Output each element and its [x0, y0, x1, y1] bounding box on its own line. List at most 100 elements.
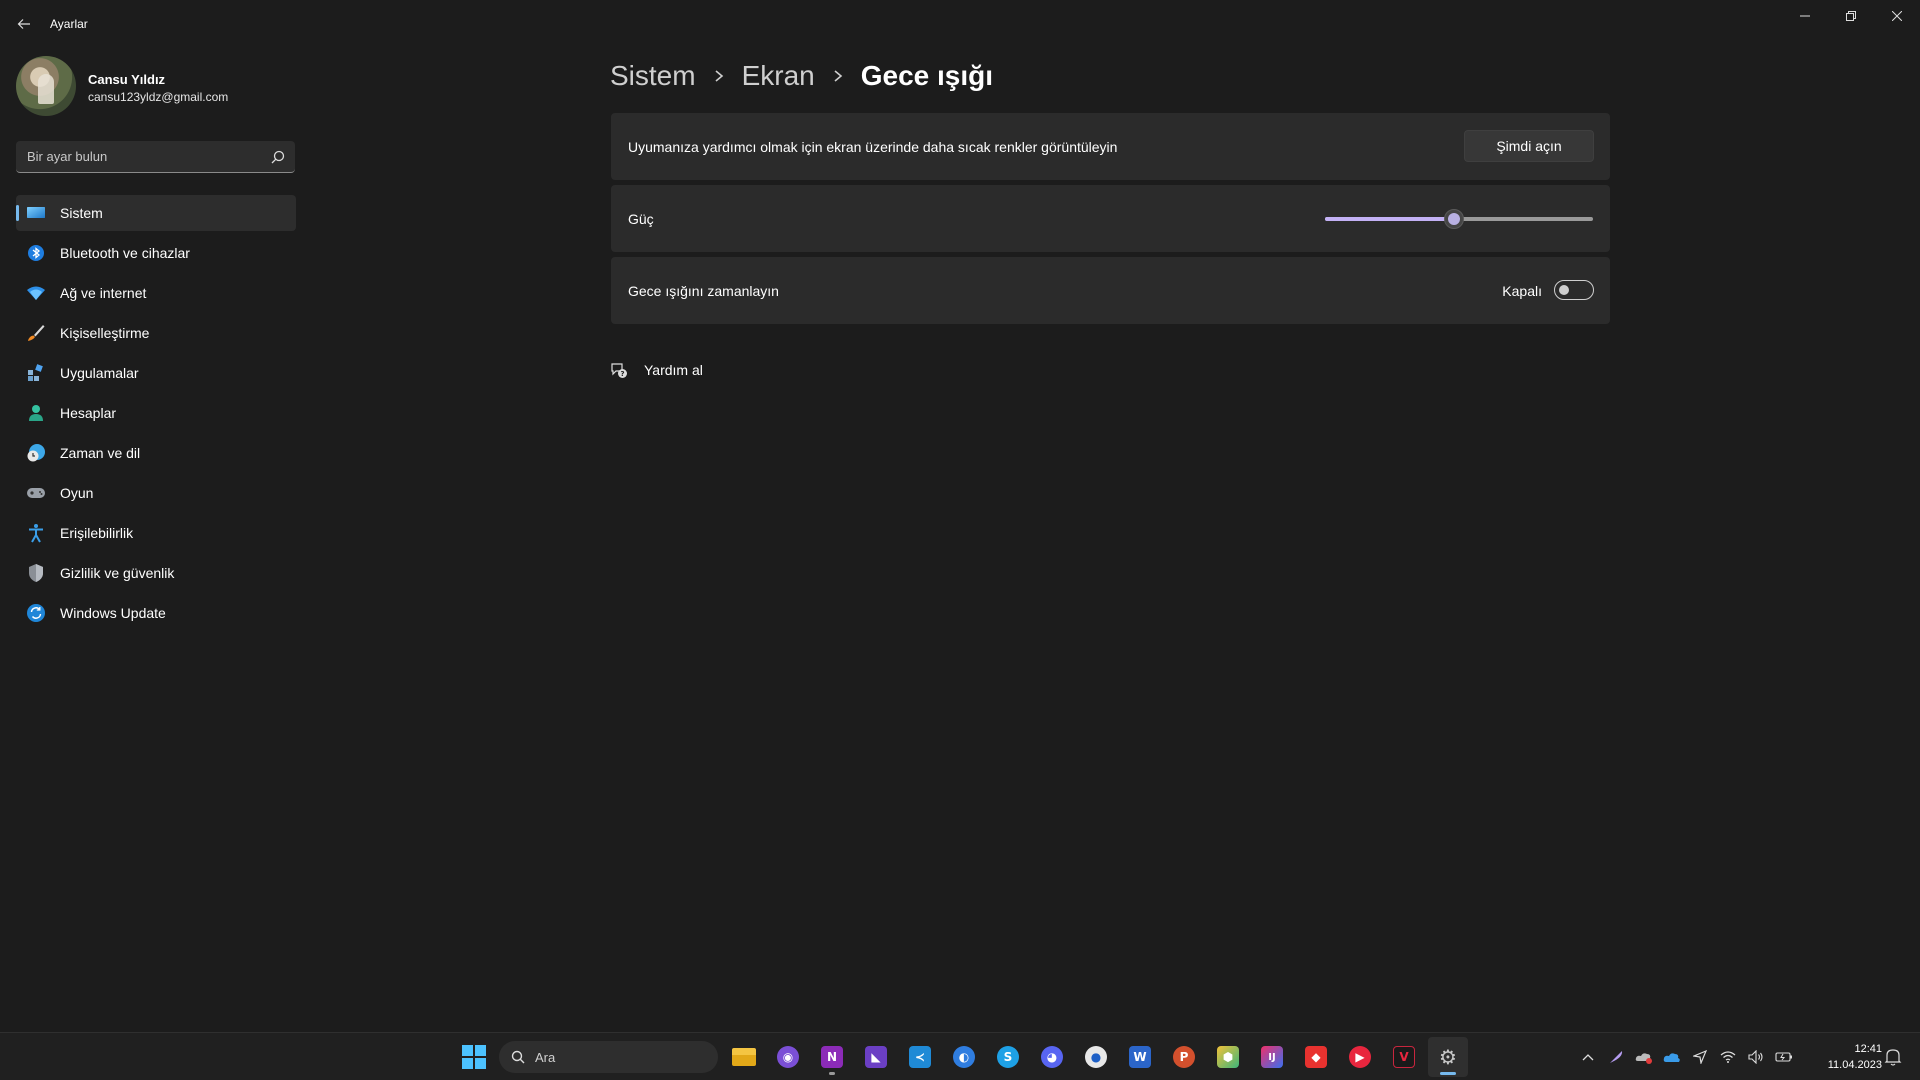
back-arrow-icon [17, 19, 30, 29]
show-hidden-icons-button[interactable] [1574, 1033, 1602, 1080]
back-button[interactable] [10, 10, 38, 38]
restore-button[interactable] [1828, 0, 1874, 32]
sidebar-item-windows-update[interactable]: Windows Update [16, 595, 296, 631]
help-label: Yardım al [644, 362, 703, 378]
update-icon [26, 603, 46, 623]
taskbar-app-intellij[interactable]: IJ [1252, 1037, 1292, 1077]
close-icon [1892, 11, 1902, 21]
search-input[interactable] [16, 141, 256, 171]
sidebar-item-gaming[interactable]: Oyun [16, 475, 296, 511]
taskbar-app-onenote[interactable]: N [812, 1037, 852, 1077]
vscode-icon: ≺ [909, 1046, 931, 1068]
taskbar-search[interactable]: Ara [499, 1041, 718, 1073]
taskbar-app-discord[interactable]: ◕ [1032, 1037, 1072, 1077]
search-icon[interactable] [271, 150, 285, 164]
battery-icon[interactable] [1770, 1033, 1798, 1080]
sidebar-item-accounts[interactable]: Hesaplar [16, 395, 296, 431]
clock-date: 11.04.2023 [1827, 1059, 1882, 1071]
taskbar-app-visual-studio[interactable]: ◣ [856, 1037, 896, 1077]
taskbar-app-word[interactable]: W [1120, 1037, 1160, 1077]
strength-slider[interactable] [1325, 209, 1593, 229]
sidebar-item-label: Sistem [60, 205, 103, 221]
taskbar-app-vivaldi[interactable]: V [1384, 1037, 1424, 1077]
tray-onedrive-icon[interactable] [1658, 1033, 1686, 1080]
taskbar-app-box[interactable]: ⬢ [1208, 1037, 1248, 1077]
taskbar-app-skype[interactable]: S [988, 1037, 1028, 1077]
sidebar-item-time-language[interactable]: Zaman ve dil [16, 435, 296, 471]
box-app-icon: ⬢ [1217, 1046, 1239, 1068]
tray-onedrive-error-icon[interactable] [1630, 1033, 1658, 1080]
taskbar-app-settings[interactable]: ⚙ [1428, 1037, 1468, 1077]
tray-pen-icon[interactable] [1602, 1033, 1630, 1080]
wifi-status-icon[interactable] [1714, 1033, 1742, 1080]
apps-icon [26, 363, 46, 383]
get-help-link[interactable]: ? Yardım al [610, 358, 703, 382]
shield-icon [26, 563, 46, 583]
turn-on-now-button[interactable]: Şimdi açın [1464, 130, 1594, 162]
breadcrumb-item-sistem[interactable]: Sistem [610, 60, 696, 92]
page-title: Gece ışığı [860, 60, 994, 91]
sidebar-nav: Sistem Bluetooth ve cihazlar Ağ ve inter… [16, 195, 296, 635]
firefox-icon: ◐ [953, 1046, 975, 1068]
start-button[interactable] [462, 1045, 486, 1069]
search-icon [511, 1050, 525, 1064]
volume-icon[interactable] [1742, 1033, 1770, 1080]
svg-text:?: ? [620, 370, 624, 378]
taskbar-app-firefox[interactable]: ◐ [944, 1037, 984, 1077]
gamepad-icon [26, 483, 46, 503]
sidebar-item-label: Erişilebilirlik [60, 525, 134, 541]
sidebar-item-personalization[interactable]: Kişiselleştirme [16, 315, 296, 351]
taskbar-search-label: Ara [535, 1049, 556, 1065]
turn-on-now-card: Uyumanıza yardımcı olmak için ekran üzer… [611, 113, 1610, 180]
taskbar-app-media-player[interactable]: ▶ [1340, 1037, 1380, 1077]
sidebar-item-bluetooth[interactable]: Bluetooth ve cihazlar [16, 235, 296, 271]
powerpoint-icon: P [1173, 1046, 1195, 1068]
sidebar-item-sistem[interactable]: Sistem [16, 195, 296, 231]
schedule-toggle[interactable] [1554, 280, 1594, 300]
schedule-card: Gece ışığını zamanlayın Kapalı [611, 257, 1610, 324]
help-chat-icon: ? [610, 361, 628, 379]
file-explorer-icon [732, 1048, 756, 1066]
user-profile[interactable]: Cansu Yıldız cansu123yldz@gmail.com [16, 56, 296, 120]
taskbar: Ara ◉ N ◣ ≺ ◐ S ◕ ● W P ⬢ IJ ◆ ▶ V ⚙ 12:… [0, 1032, 1920, 1080]
sidebar-item-label: Kişiselleştirme [60, 325, 150, 341]
minimize-button[interactable] [1782, 0, 1828, 32]
taskbar-app-powerpoint[interactable]: P [1164, 1037, 1204, 1077]
chevron-right-icon [833, 69, 843, 83]
taskbar-clock[interactable]: 12:41 11.04.2023 [1806, 1041, 1882, 1073]
taskbar-app-vscode[interactable]: ≺ [900, 1037, 940, 1077]
windows-logo-icon [462, 1045, 486, 1069]
close-button[interactable] [1874, 0, 1920, 32]
taskbar-app-github[interactable]: ◉ [768, 1037, 808, 1077]
sidebar-item-network[interactable]: Ağ ve internet [16, 275, 296, 311]
bluetooth-icon [26, 243, 46, 263]
discord-icon: ◕ [1041, 1046, 1063, 1068]
schedule-label: Gece ışığını zamanlayın [628, 283, 779, 299]
account-icon [26, 403, 46, 423]
taskbar-app-file-explorer[interactable] [724, 1037, 764, 1077]
chevron-right-icon [714, 69, 724, 83]
sidebar-item-privacy[interactable]: Gizlilik ve güvenlik [16, 555, 296, 591]
toggle-state-label: Kapalı [1502, 283, 1542, 299]
wifi-icon [26, 283, 46, 303]
visual-studio-icon: ◣ [865, 1046, 887, 1068]
globe-clock-icon [26, 443, 46, 463]
browser-icon: ● [1085, 1046, 1107, 1068]
sidebar-item-accessibility[interactable]: Erişilebilirlik [16, 515, 296, 551]
notification-button[interactable] [1884, 1047, 1904, 1067]
app-title: Ayarlar [50, 17, 88, 31]
sidebar-item-label: Uygulamalar [60, 365, 139, 381]
slider-fill [1325, 217, 1454, 221]
sidebar-item-label: Windows Update [60, 605, 166, 621]
taskbar-app-browser[interactable]: ● [1076, 1037, 1116, 1077]
sidebar-item-label: Hesaplar [60, 405, 117, 421]
location-icon[interactable] [1686, 1033, 1714, 1080]
vivaldi-icon: V [1393, 1046, 1415, 1068]
word-icon: W [1129, 1046, 1151, 1068]
sidebar-item-apps[interactable]: Uygulamalar [16, 355, 296, 391]
avatar [16, 56, 76, 116]
taskbar-app-anydesk[interactable]: ◆ [1296, 1037, 1336, 1077]
slider-thumb[interactable] [1443, 209, 1464, 229]
accessibility-icon [26, 523, 46, 543]
breadcrumb-item-ekran[interactable]: Ekran [742, 60, 815, 92]
